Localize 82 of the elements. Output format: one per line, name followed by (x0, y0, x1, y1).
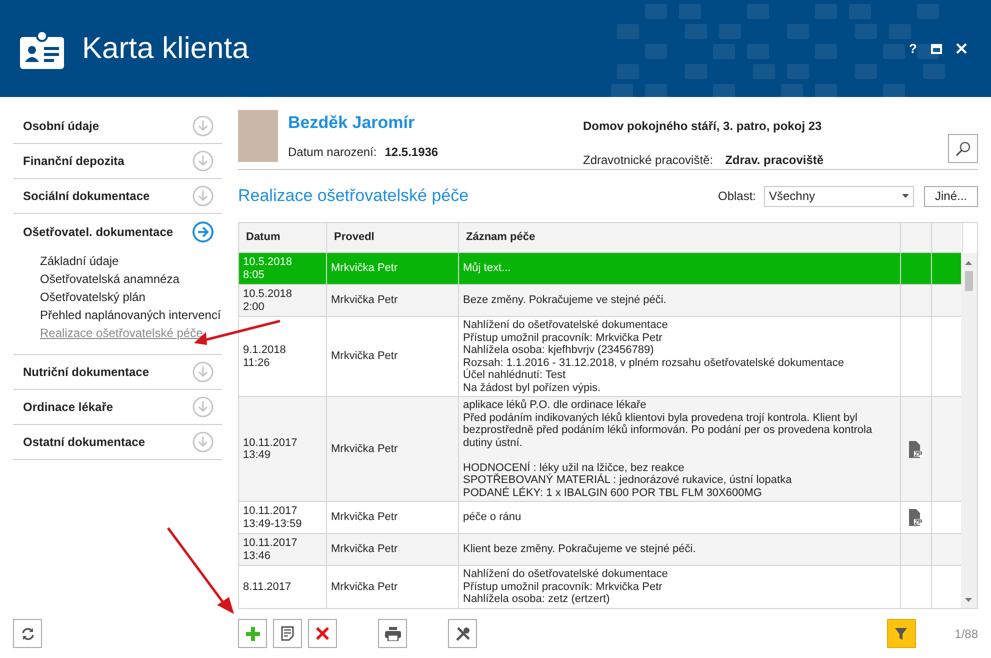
attachment-file-icon[interactable] (909, 440, 923, 458)
search-button[interactable] (948, 134, 978, 163)
plus-icon (246, 626, 260, 640)
sidebar-link[interactable]: Realizace ošetřovatelské péče (40, 324, 203, 342)
arrow-right-circle-icon[interactable] (192, 220, 214, 242)
section-header[interactable]: Osobní údaje (23, 117, 100, 135)
section-header[interactable]: Ostatní dokumentace (23, 433, 146, 451)
scroll-up-icon[interactable] (965, 261, 972, 265)
staff-cell-text: Mrkvička Petr (331, 261, 398, 276)
record-text: Nahlížení do ošetřovatelské dokumentace Přístup umožnil pracovník: Mrkvička Petr Nahlížela osoba: zetz (ertzert) (463, 568, 669, 606)
area-dropdown[interactable]: Všechny (764, 186, 914, 206)
sidebar-link[interactable]: Základní údaje (40, 252, 119, 270)
tools-button[interactable] (448, 619, 477, 648)
date-cell: 10.11.2017 13:46 (243, 537, 298, 562)
staff-cell-text: Mrkvička Petr (331, 542, 398, 558)
column-header[interactable]: Datum (239, 223, 327, 252)
section-header[interactable]: Ordinace lékaře (23, 398, 114, 416)
attachment-file-icon[interactable] (909, 509, 923, 526)
date-cell: 9.1.2018 11:26 (243, 344, 286, 369)
section-header[interactable]: Finanční depozita (23, 152, 124, 170)
section-header[interactable]: Nutriční dokumentace (23, 363, 150, 381)
page-counter: 1/88 (954, 626, 978, 642)
section-header[interactable]: Sociální dokumentace (23, 187, 150, 205)
facility-text: Domov pokojného stáří, 3. patro, pokoj 23 (583, 118, 823, 135)
search-icon (955, 140, 971, 156)
record-text: Nahlížení do ošetřovatelské dokumentace Přístup umožnil pracovník: Mrkvička Petr Nahlížela osoba: kjefhbvrjv (23456789) Rozsah: 1.1.2016 - 31.12.2018, v plném rozsahu ošetřovatelské dokumentace Účel nahlédnutí: Test Na žádost byl pořízen výpis. (463, 319, 845, 394)
staff-cell-text: Mrkvička Petr (331, 442, 398, 457)
date-cell: 10.11.2017 13:49-13:59 (243, 505, 302, 530)
date-cell: 10.5.2018 2:00 (243, 288, 292, 313)
workplace-value: Zdrav. pracoviště (725, 152, 824, 169)
section-title: Realizace ošetřovatelské péče (238, 185, 469, 208)
sidebar-link[interactable]: Přehled naplánovaných intervencí (40, 306, 221, 324)
close-icon[interactable] (956, 43, 967, 54)
staff-cell-text: Mrkvička Petr (331, 349, 398, 364)
table-row[interactable] (239, 317, 961, 397)
table-row[interactable]: 10.11.2017 13:49-13:59 Mrkvička Petr péče o ránu (239, 502, 961, 534)
section-header[interactable]: Ošetřovatel. dokumentace (23, 222, 174, 240)
help-button[interactable]: ? (909, 42, 917, 55)
workplace-label: Zdravotnické pracoviště: (583, 152, 714, 169)
filter-icon (895, 628, 908, 640)
record-text: aplikace léků P.O. dle ordinace lékaře Před podáním indikovaných léků klientovi byla provedena trojí kontrola. Klient byl bezprostředně před podáním léků informován. Po podání per os provedena kontrola dutiny ústní. (463, 399, 874, 449)
delete-button[interactable] (308, 619, 337, 648)
staff-cell-text: Mrkvička Petr (331, 580, 398, 594)
record-text: péče o ránu (463, 511, 522, 524)
edit-button[interactable] (273, 619, 302, 648)
table-row[interactable] (239, 397, 961, 502)
column-header[interactable]: Záznam péče (459, 223, 901, 252)
filter-label: Oblast: (718, 188, 756, 205)
photo-placeholder (238, 110, 278, 162)
delete-icon (316, 627, 329, 640)
staff-cell-text: Mrkvička Petr (331, 293, 398, 308)
scroll-down-icon[interactable] (965, 598, 972, 602)
date-cell: 8.11.2017 (243, 580, 292, 593)
birth-date-label: Datum narození: (288, 144, 377, 161)
refresh-icon (20, 626, 36, 642)
staff-cell-text: Mrkvička Petr (331, 510, 398, 526)
print-button[interactable] (378, 619, 407, 648)
sidebar-link[interactable]: Ošetřovatelský plán (40, 288, 146, 306)
table-row[interactable]: 10.5.2018 2:00 Mrkvička Petr Beze změny. Pokračujeme ve stejné péči. (239, 285, 961, 317)
printer-icon (384, 626, 400, 640)
refresh-button[interactable] (13, 619, 42, 648)
record-text: Klient beze změny. Pokračujeme ve stejné péči. (463, 543, 697, 556)
date-cell: 10.11.2017 13:49 (243, 436, 298, 462)
record-text: Beze změny. Pokračujeme ve stejné péči. (463, 294, 668, 307)
scroll-thumb[interactable] (965, 271, 973, 291)
maximize-icon[interactable] (931, 44, 942, 54)
scrollbar[interactable] (961, 253, 977, 608)
caret-icon (902, 194, 909, 198)
window-title: Karta klienta (82, 34, 249, 64)
other-button[interactable]: Jiné... (924, 186, 978, 206)
sidebar-link[interactable]: Ošetřovatelská anamnéza (40, 270, 180, 288)
birth-date: 12.5.1936 (384, 144, 438, 161)
tools-icon (454, 626, 470, 642)
document-icon (280, 626, 294, 641)
table-row[interactable]: 10.11.2017 13:46 Mrkvička Petr Klient beze změny. Pokračujeme ve stejné péči. (239, 534, 961, 566)
patient-name: Bezděk Jaromír (288, 113, 416, 133)
date-cell: 10.5.2018 8:05 (243, 256, 292, 281)
record-text: HODNOCENÍ : léky užil na lžičce, bez reakce SPOTŘEBOVANÝ MATERIÁL : jednorázové rukavice, ústní lopatka PODANÉ LÉKY: 1 x IBALGIN 600 POR TBL FLM 30X600MG (463, 462, 793, 499)
filter-button[interactable] (886, 619, 916, 648)
add-button[interactable] (238, 619, 267, 648)
record-text: Můj text... (463, 262, 512, 275)
column-header[interactable]: Provedl (327, 223, 459, 252)
